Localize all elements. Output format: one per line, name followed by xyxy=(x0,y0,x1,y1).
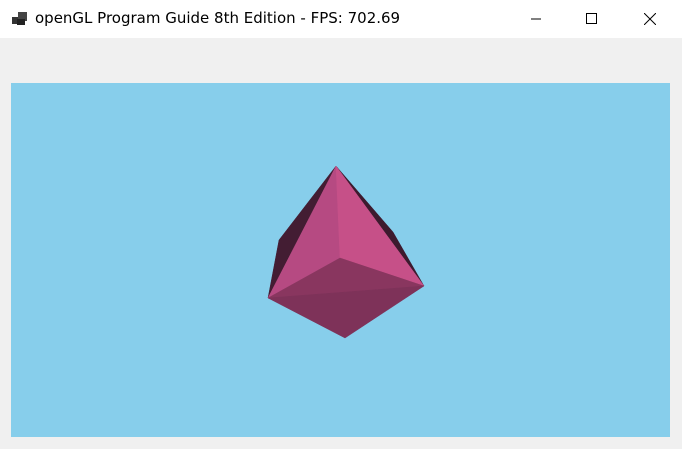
app-icon xyxy=(12,12,27,25)
opengl-viewport[interactable] xyxy=(11,83,670,437)
maximize-button[interactable] xyxy=(569,0,615,38)
close-button[interactable] xyxy=(627,0,673,38)
title-bar: openGL Program Guide 8th Edition - FPS: … xyxy=(0,0,682,38)
window-title: openGL Program Guide 8th Edition - FPS: … xyxy=(35,9,401,27)
minimize-icon xyxy=(531,18,541,20)
maximize-icon xyxy=(586,13,597,24)
minimize-button[interactable] xyxy=(513,0,559,38)
octahedron-render xyxy=(267,165,425,339)
close-icon xyxy=(644,13,656,25)
